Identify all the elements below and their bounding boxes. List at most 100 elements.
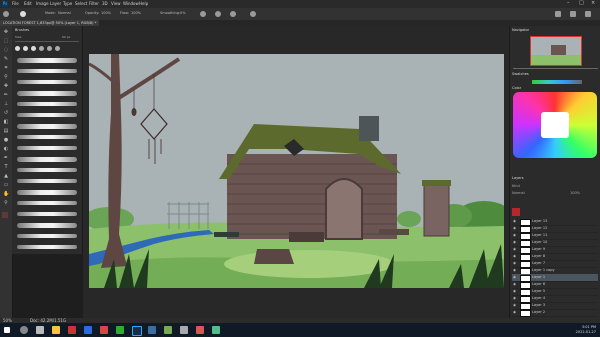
brush-preset-stroke[interactable] — [17, 69, 77, 73]
symmetry-icon[interactable] — [250, 11, 256, 17]
navigator-zoom-slider[interactable] — [513, 68, 598, 69]
brush-preset-stroke[interactable] — [17, 201, 77, 205]
minimize-button[interactable]: – — [567, 0, 570, 6]
menu-window[interactable]: Window — [123, 1, 139, 6]
layer-row[interactable]: ◉ Layer 2 — [512, 309, 598, 317]
pen-tool-icon[interactable]: ✒ — [3, 155, 9, 161]
chrome-icon[interactable] — [116, 326, 124, 334]
visibility-eye-icon[interactable]: ◉ — [513, 303, 516, 307]
brush-tip-icon[interactable] — [39, 46, 44, 51]
file-explorer-icon[interactable] — [52, 326, 60, 334]
lasso-tool-icon[interactable]: ◌ — [3, 47, 9, 53]
gradient-tool-icon[interactable]: ▤ — [3, 128, 9, 134]
visibility-eye-icon[interactable]: ◉ — [513, 282, 516, 286]
visibility-eye-icon[interactable]: ◉ — [513, 233, 516, 237]
angle-icon[interactable] — [215, 11, 221, 17]
menu-edit[interactable]: Edit — [24, 1, 32, 6]
eraser-tool-icon[interactable]: ◧ — [3, 119, 9, 125]
search-icon[interactable] — [555, 11, 561, 17]
brush-preset-icon[interactable] — [20, 11, 26, 17]
brush-preset-stroke[interactable] — [17, 212, 77, 216]
brush-tip-icon[interactable] — [55, 46, 60, 51]
visibility-eye-icon[interactable]: ◉ — [513, 254, 516, 258]
blend-mode-select[interactable]: Normal — [512, 191, 525, 195]
dodge-tool-icon[interactable]: ◐ — [3, 146, 9, 152]
mode-select[interactable]: Normal — [58, 11, 71, 15]
visibility-eye-icon[interactable]: ◉ — [513, 310, 516, 314]
zoom-tool-icon[interactable]: ⚲ — [3, 200, 9, 206]
brush-preset-stroke[interactable] — [17, 135, 77, 139]
brush-preset-stroke[interactable] — [17, 58, 77, 63]
share-icon[interactable] — [585, 11, 591, 17]
menu-help[interactable]: Help — [139, 1, 148, 6]
pressure-icon[interactable] — [230, 11, 236, 17]
visibility-eye-icon[interactable]: ◉ — [513, 247, 516, 251]
marquee-tool-icon[interactable]: ⬚ — [3, 38, 9, 44]
visibility-eye-icon[interactable]: ◉ — [513, 226, 516, 230]
blur-tool-icon[interactable]: ● — [3, 137, 9, 143]
menu-layer[interactable]: Layer — [50, 1, 61, 6]
photoshop-taskbar-icon[interactable] — [132, 326, 142, 336]
visibility-eye-icon[interactable]: ◉ — [513, 268, 516, 272]
smoothing-value[interactable]: 0% — [180, 11, 186, 15]
brush-preset-stroke[interactable] — [17, 157, 77, 162]
flow-value[interactable]: 100% — [131, 11, 141, 15]
visibility-eye-icon[interactable]: ◉ — [513, 296, 516, 300]
brush-size-slider[interactable] — [15, 41, 79, 42]
stamp-tool-icon[interactable]: ⊥ — [3, 101, 9, 107]
menu-filter[interactable]: Filter — [89, 1, 99, 6]
visibility-eye-icon[interactable]: ◉ — [513, 261, 516, 265]
visibility-eye-icon[interactable]: ◉ — [513, 219, 516, 223]
brush-preset-stroke[interactable] — [17, 168, 77, 172]
visibility-eye-icon[interactable]: ◉ — [513, 240, 516, 244]
brush-preset-stroke[interactable] — [17, 80, 77, 84]
menu-view[interactable]: View — [111, 1, 121, 6]
brush-preset-stroke[interactable] — [17, 223, 77, 228]
menu-select[interactable]: Select — [75, 1, 87, 6]
brush-preset-stroke[interactable] — [17, 102, 77, 106]
crop-tool-icon[interactable]: ⌗ — [3, 65, 9, 71]
visibility-eye-icon[interactable]: ◉ — [513, 289, 516, 293]
workspace-icon[interactable] — [570, 11, 576, 17]
move-tool-icon[interactable]: ✥ — [3, 29, 9, 35]
artwork-canvas[interactable] — [89, 54, 504, 288]
brush-tip-icon[interactable] — [23, 46, 28, 51]
layer-filter-label[interactable]: Kind — [512, 184, 520, 188]
brush-preset-stroke[interactable] — [17, 245, 77, 249]
search-icon[interactable] — [20, 326, 28, 334]
color-wheel-center[interactable] — [541, 112, 569, 138]
menu-3d[interactable]: 3D — [102, 1, 108, 6]
brush-tool-icon[interactable] — [3, 11, 9, 17]
recent-swatches[interactable] — [532, 80, 582, 84]
menu-image[interactable]: Image — [36, 1, 49, 6]
app-icon[interactable] — [196, 326, 204, 334]
path-select-icon[interactable]: ▲ — [3, 173, 9, 179]
menu-type[interactable]: Type — [63, 1, 72, 6]
history-brush-icon[interactable]: ↺ — [3, 110, 9, 116]
brush-preset-stroke[interactable] — [17, 179, 77, 183]
edge-icon[interactable] — [84, 326, 92, 334]
close-button[interactable]: × — [591, 0, 595, 6]
system-tray-clock[interactable]: 3:01 PM 2022-01-27 — [576, 325, 596, 334]
menu-file[interactable]: File — [12, 1, 19, 6]
brush-size-value[interactable]: 60 px — [62, 35, 70, 39]
brush-preset-stroke[interactable] — [17, 91, 77, 96]
app-icon[interactable] — [68, 326, 76, 334]
brush-preset-stroke[interactable] — [17, 234, 77, 238]
foreground-color-swatch[interactable] — [2, 212, 8, 218]
visibility-eye-icon[interactable]: ◉ — [513, 275, 516, 279]
eyedropper-tool-icon[interactable]: ⚲ — [3, 74, 9, 80]
app-icon[interactable] — [164, 326, 172, 334]
settings-gear-icon[interactable] — [200, 11, 206, 17]
brush-tip-icon[interactable] — [31, 46, 36, 51]
brush-tool-icon[interactable]: ✏ — [3, 92, 9, 98]
media-icon[interactable] — [100, 326, 108, 334]
app-icon[interactable] — [212, 326, 220, 334]
brush-preset-stroke[interactable] — [17, 146, 77, 150]
steam-icon[interactable] — [148, 326, 156, 334]
quick-select-tool-icon[interactable]: ✎ — [3, 56, 9, 62]
maximize-button[interactable]: □ — [579, 0, 584, 6]
app-icon[interactable] — [180, 326, 188, 334]
shape-tool-icon[interactable]: ▭ — [3, 182, 9, 188]
layer-opacity[interactable]: 100% — [570, 191, 580, 195]
